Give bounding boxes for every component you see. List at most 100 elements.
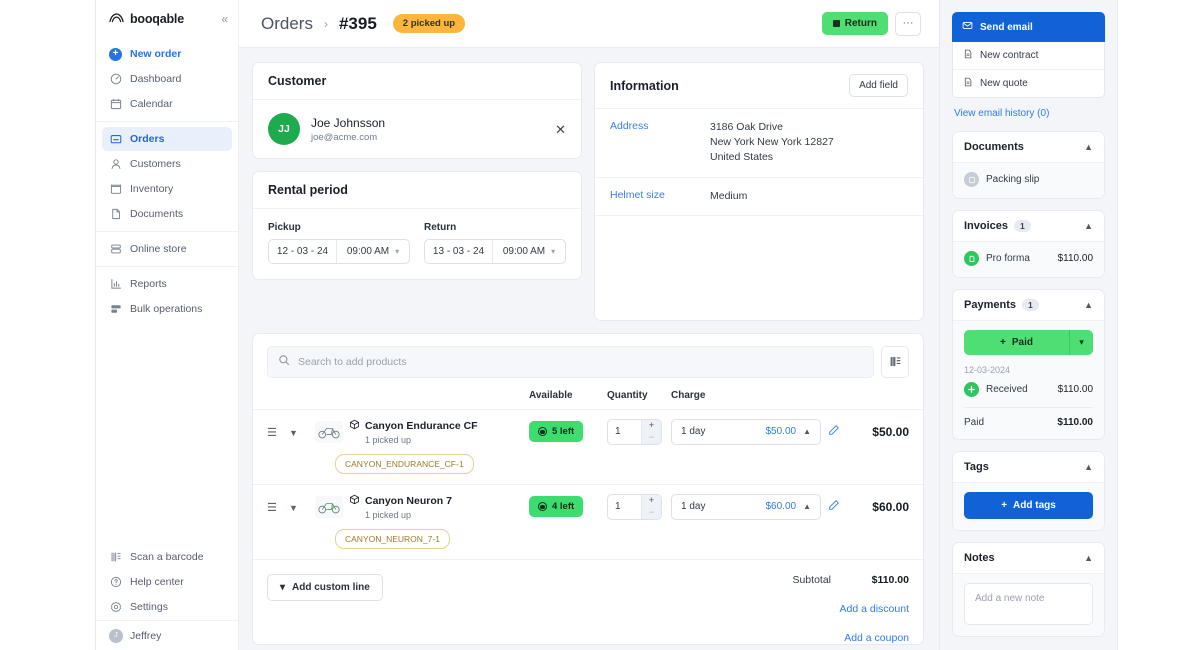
tags-panel-header[interactable]: Tags ▲ xyxy=(953,452,1104,482)
chevron-up-icon: ▲ xyxy=(1084,462,1093,472)
availability-badge[interactable]: 4 left xyxy=(529,496,584,518)
edit-icon[interactable] xyxy=(828,500,840,514)
quantity-value[interactable]: 1 xyxy=(608,495,641,519)
sidebar-item-bulk-operations[interactable]: Bulk operations xyxy=(102,297,232,321)
invoices-panel-header[interactable]: Invoices 1 ▲ xyxy=(953,211,1104,241)
documents-panel-header[interactable]: Documents ▲ xyxy=(953,132,1104,162)
sidebar-item-help-center[interactable]: Help center xyxy=(102,570,232,594)
breadcrumb-orders[interactable]: Orders xyxy=(261,14,313,34)
tags-panel-body: + Add tags xyxy=(953,482,1104,530)
info-row-helmet-size: Helmet size Medium xyxy=(595,178,923,216)
add-coupon-link[interactable]: Add a coupon xyxy=(792,632,909,644)
payment-paid-label: Paid xyxy=(964,417,985,428)
chevron-down-icon[interactable]: ▼ xyxy=(289,503,298,513)
send-email-button[interactable]: Send email xyxy=(952,12,1105,42)
sidebar-item-customers[interactable]: Customers xyxy=(102,152,232,176)
sidebar-item-scan-barcode[interactable]: Scan a barcode xyxy=(102,545,232,569)
product-tag[interactable]: CANYON_ENDURANCE_CF-1 xyxy=(335,453,474,474)
pickup-time-select[interactable]: 09:00 AM ▾ xyxy=(337,240,409,263)
add-custom-line-button[interactable]: ▾ Add custom line xyxy=(267,573,383,601)
list-item[interactable]: Pro forma $110.00 xyxy=(964,251,1093,266)
product-tag[interactable]: CANYON_NEURON_7-1 xyxy=(335,528,450,549)
customer-card: Customer JJ Joe Johnsson joe@acme.com ✕ xyxy=(252,62,582,159)
payment-received-amount: $110.00 xyxy=(1057,384,1093,395)
sidebar-item-documents[interactable]: Documents xyxy=(102,202,232,226)
avatar: J xyxy=(109,628,123,643)
quantity-value[interactable]: 1 xyxy=(608,420,641,444)
information-card: Information Add field Address 3186 Oak D… xyxy=(594,62,924,321)
sidebar-item-inventory[interactable]: Inventory xyxy=(102,177,232,201)
charge-selector[interactable]: 1 day $50.00 ▲ xyxy=(671,418,821,445)
charge-selector[interactable]: 1 day $60.00 ▲ xyxy=(671,493,821,520)
search-input[interactable] xyxy=(298,355,863,368)
store-icon xyxy=(109,243,122,256)
sidebar-item-online-store[interactable]: Online store xyxy=(102,237,232,261)
sidebar-item-reports[interactable]: Reports xyxy=(102,272,232,296)
sidebar-item-dashboard[interactable]: Dashboard xyxy=(102,67,232,91)
list-item[interactable]: Received $110.00 xyxy=(964,382,1093,397)
rental-period-body: Pickup 12 - 03 - 24 09:00 AM ▾ Return 13… xyxy=(253,209,581,279)
quantity-decrement-button[interactable]: − xyxy=(642,432,661,444)
sidebar-item-label: Bulk operations xyxy=(130,303,203,315)
customer-details: Joe Johnsson joe@acme.com xyxy=(311,116,385,143)
edit-icon[interactable] xyxy=(828,425,840,439)
quantity-increment-button[interactable]: + xyxy=(642,495,661,507)
register-paid-button[interactable]: + Paid xyxy=(964,330,1069,355)
availability-badge[interactable]: 5 left xyxy=(529,421,584,443)
product-name[interactable]: Canyon Neuron 7 xyxy=(365,495,452,507)
new-note-input[interactable]: Add a new note xyxy=(964,583,1093,625)
return-button-label: Return xyxy=(844,18,877,29)
pickup-label: Pickup xyxy=(268,222,301,233)
info-label-helmet-size[interactable]: Helmet size xyxy=(610,189,710,204)
sidebar-item-orders[interactable]: Orders xyxy=(102,127,232,151)
add-discount-link[interactable]: Add a discount xyxy=(792,603,909,615)
content-scroll-area: Customer JJ Joe Johnsson joe@acme.com ✕ xyxy=(239,48,939,650)
notes-panel-title: Notes xyxy=(964,552,995,564)
quantity-increment-button[interactable]: + xyxy=(642,420,661,432)
return-date-input[interactable]: 13 - 03 - 24 xyxy=(425,240,493,263)
search-box[interactable] xyxy=(267,345,874,378)
pickup-date-input[interactable]: 12 - 03 - 24 xyxy=(269,240,337,263)
payment-paid-amount: $110.00 xyxy=(1057,417,1093,428)
drag-handle-icon[interactable]: ☰ xyxy=(267,502,277,514)
sidebar-item-label: Dashboard xyxy=(130,73,182,85)
return-button[interactable]: Return xyxy=(821,12,888,35)
quantity-decrement-button[interactable]: − xyxy=(642,507,661,519)
charge-amount: $60.00 xyxy=(765,501,797,513)
list-item[interactable]: Packing slip xyxy=(964,172,1093,187)
barcode-scan-icon[interactable] xyxy=(881,345,909,378)
new-quote-menu-item[interactable]: New quote xyxy=(953,69,1104,97)
top-actions: Return ··· xyxy=(821,11,921,36)
notes-panel-body: Add a new note xyxy=(953,573,1104,636)
add-field-button[interactable]: Add field xyxy=(849,74,908,97)
return-time-select[interactable]: 09:00 AM ▾ xyxy=(493,240,565,263)
info-label-address[interactable]: Address xyxy=(610,120,710,166)
notes-panel-header[interactable]: Notes ▲ xyxy=(953,543,1104,573)
sidebar-user[interactable]: J Jeffrey xyxy=(96,620,238,650)
close-icon[interactable]: ✕ xyxy=(555,123,566,136)
payments-panel-header[interactable]: Payments 1 ▲ xyxy=(953,290,1104,320)
paid-button-group: + Paid ▾ xyxy=(964,330,1093,355)
sidebar-item-label: New order xyxy=(130,48,182,60)
tags-panel: Tags ▲ + Add tags xyxy=(952,451,1105,531)
sidebar-item-calendar[interactable]: Calendar xyxy=(102,92,232,116)
product-name[interactable]: Canyon Endurance CF xyxy=(365,420,478,432)
add-tags-button[interactable]: + Add tags xyxy=(964,492,1093,519)
paid-dropdown-button[interactable]: ▾ xyxy=(1069,330,1093,355)
drag-handle-icon[interactable]: ☰ xyxy=(267,427,277,439)
new-contract-menu-item[interactable]: New contract xyxy=(953,42,1104,69)
product-name-wrap: Canyon Neuron 7 xyxy=(349,494,529,508)
collapse-sidebar-icon[interactable]: « xyxy=(221,13,228,25)
payments-panel: Payments 1 ▲ + Paid ▾ 12-03-2024 Receive… xyxy=(952,289,1105,440)
top-bar: Orders › #395 2 picked up Return ··· xyxy=(239,0,939,48)
chevron-down-icon[interactable]: ▼ xyxy=(289,428,298,438)
view-email-history-link[interactable]: View email history (0) xyxy=(954,108,1103,119)
document-icon xyxy=(109,208,122,221)
sidebar-bottom-group: Scan a barcode Help center Settings xyxy=(96,540,238,620)
more-options-button[interactable]: ··· xyxy=(895,11,921,36)
products-footer: ▾ Add custom line Subtotal $110.00 Add a… xyxy=(253,558,923,644)
orders-icon xyxy=(109,133,122,146)
column-header-charge: Charge xyxy=(671,389,706,401)
sidebar-item-settings[interactable]: Settings xyxy=(102,595,232,619)
sidebar-item-new-order[interactable]: + New order xyxy=(102,42,232,66)
